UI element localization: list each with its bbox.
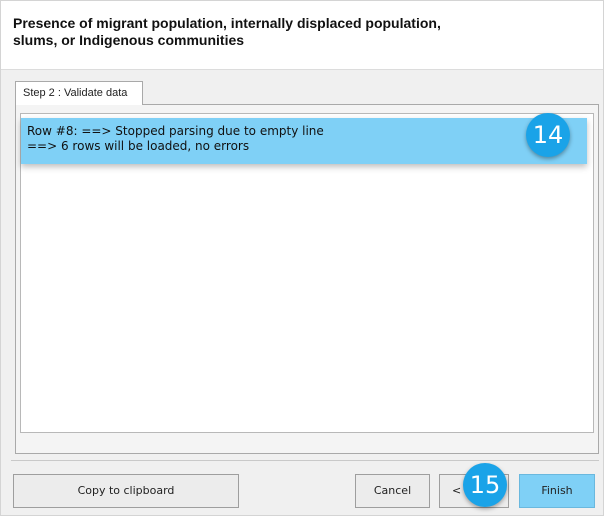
dialog-title-line1: Presence of migrant population, internal… bbox=[13, 15, 441, 31]
cancel-button[interactable]: Cancel bbox=[355, 474, 430, 508]
log-line-rows-loaded: ==> 6 rows will be loaded, no errors bbox=[27, 139, 250, 153]
log-line-stopped-parsing: Row #8: ==> Stopped parsing due to empty… bbox=[27, 124, 324, 138]
finish-button[interactable]: Finish bbox=[519, 474, 595, 508]
dialog-title: Presence of migrant population, internal… bbox=[13, 15, 573, 49]
import-wizard-window: Presence of migrant population, internal… bbox=[0, 0, 604, 516]
step-badge-15: 15 bbox=[463, 463, 507, 507]
copy-to-clipboard-button[interactable]: Copy to clipboard bbox=[13, 474, 239, 508]
log-highlight: Row #8: ==> Stopped parsing due to empty… bbox=[21, 118, 587, 164]
tab-panel: Row #8: ==> Stopped parsing due to empty… bbox=[15, 104, 599, 454]
dialog-header: Presence of migrant population, internal… bbox=[1, 1, 603, 70]
footer-divider bbox=[11, 460, 599, 461]
tab-validate-data[interactable]: Step 2 : Validate data bbox=[15, 81, 143, 105]
dialog-title-line2: slums, or Indigenous communities bbox=[13, 32, 245, 48]
step-badge-14: 14 bbox=[526, 113, 570, 157]
validation-log-textarea[interactable]: Row #8: ==> Stopped parsing due to empty… bbox=[20, 113, 594, 433]
